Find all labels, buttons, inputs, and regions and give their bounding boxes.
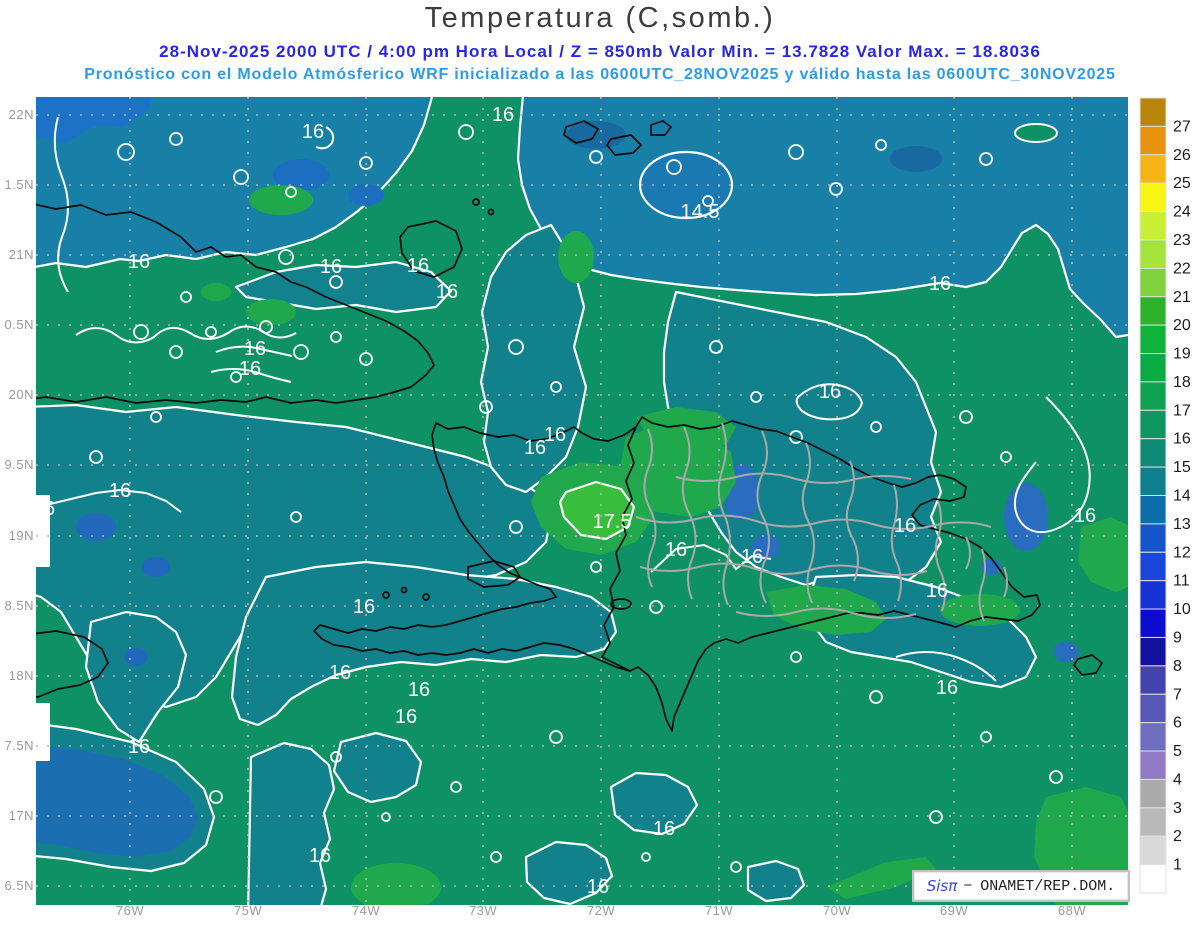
svg-text:16: 16 (407, 255, 429, 277)
subtitle-model: Pronóstico con el Modelo Atmósferico WRF… (84, 66, 1116, 83)
svg-text:16: 16 (128, 736, 150, 758)
svg-text:16: 16 (329, 662, 351, 684)
svg-text:18: 18 (1173, 374, 1191, 391)
svg-text:6: 6 (1173, 715, 1182, 732)
lon-tick-label: 75W (233, 903, 263, 918)
svg-text:14.5: 14.5 (681, 201, 720, 223)
svg-text:16: 16 (302, 121, 324, 143)
svg-text:17: 17 (1173, 402, 1191, 419)
lon-tick-label: 76W (115, 903, 145, 918)
svg-text:16: 16 (239, 358, 261, 380)
lat-tick-label: 0.5N (4, 317, 34, 332)
lat-tick-label: 22N (8, 107, 34, 122)
svg-text:24: 24 (1173, 204, 1191, 221)
svg-text:16: 16 (244, 338, 266, 360)
svg-text:16: 16 (395, 706, 417, 728)
svg-text:3: 3 (1173, 800, 1182, 817)
svg-text:16: 16 (109, 480, 131, 502)
credit-separator: − (963, 877, 973, 895)
svg-text:16: 16 (492, 104, 514, 126)
svg-text:16: 16 (587, 876, 609, 898)
svg-text:1: 1 (1173, 857, 1182, 874)
svg-text:5: 5 (1173, 743, 1182, 760)
svg-text:9: 9 (1173, 629, 1182, 646)
svg-text:16: 16 (524, 437, 546, 459)
lon-tick-label: 68W (1057, 903, 1087, 918)
lon-tick-label: 69W (939, 903, 969, 918)
svg-text:16: 16 (128, 251, 150, 273)
svg-text:26: 26 (1173, 147, 1191, 164)
svg-text:16: 16 (36, 498, 55, 520)
lat-tick-label: 19N (8, 528, 34, 543)
lat-tick-label: 20N (8, 387, 34, 402)
temperature-map: 161616 16 1616 161616161616161616 1616161616… (36, 97, 1128, 905)
svg-text:16: 16 (819, 381, 841, 403)
lon-tick-label: 73W (468, 903, 498, 918)
svg-text:16: 16 (665, 539, 687, 561)
lat-tick-label: 8.5N (4, 598, 34, 613)
svg-text:16: 16 (320, 256, 342, 278)
svg-text:13: 13 (1173, 516, 1191, 533)
svg-text:23: 23 (1173, 232, 1191, 249)
svg-text:2: 2 (1173, 828, 1182, 845)
svg-text:25: 25 (1173, 175, 1191, 192)
svg-text:16: 16 (936, 677, 958, 699)
svg-text:7: 7 (1173, 686, 1182, 703)
svg-text:19: 19 (1173, 346, 1191, 363)
svg-text:21: 21 (1173, 289, 1191, 306)
svg-text:8: 8 (1173, 658, 1182, 675)
svg-text:16: 16 (894, 515, 916, 537)
svg-text:16: 16 (926, 580, 948, 602)
svg-text:14: 14 (1173, 488, 1191, 505)
lat-tick-label: 6.5N (4, 878, 34, 893)
sispi-logo: Sisπ (926, 877, 958, 895)
svg-text:10: 10 (1173, 601, 1191, 618)
lat-tick-label: 17N (8, 808, 34, 823)
page-title: Temperatura (C,somb.) (424, 2, 776, 34)
svg-text:16: 16 (1074, 505, 1096, 527)
lat-tick-label: 9.5N (4, 457, 34, 472)
svg-text:11: 11 (1173, 573, 1190, 590)
svg-text:22: 22 (1173, 260, 1191, 277)
lon-tick-label: 72W (586, 903, 616, 918)
svg-text:16: 16 (436, 281, 458, 303)
lat-tick-label: 7.5N (4, 738, 34, 753)
credit-box: Sisπ − ONAMET/REP.DOM. (912, 870, 1130, 902)
svg-text:16: 16 (408, 679, 430, 701)
svg-text:20: 20 (1173, 317, 1191, 334)
svg-text:16: 16 (544, 424, 566, 446)
weather-chart-page: Temperatura (C,somb.) 28-Nov-2025 2000 U… (0, 0, 1200, 927)
lon-tick-label: 70W (822, 903, 852, 918)
svg-text:16: 16 (353, 596, 375, 618)
subtitle-datetime: 28-Nov-2025 2000 UTC / 4:00 pm Hora Loca… (159, 42, 1041, 61)
svg-text:27: 27 (1173, 118, 1191, 135)
svg-text:16: 16 (1173, 431, 1191, 448)
svg-text:15: 15 (1173, 459, 1191, 476)
svg-text:16: 16 (741, 546, 763, 568)
lat-tick-label: 1.5N (4, 177, 34, 192)
svg-text:4: 4 (1173, 771, 1182, 788)
temperature-colorbar: 2726252423222120191817161514131211109876… (1139, 97, 1191, 894)
svg-text:16: 16 (653, 818, 675, 840)
svg-text:12: 12 (1173, 544, 1191, 561)
lat-tick-label: 18N (8, 668, 34, 683)
credit-org: ONAMET/REP.DOM. (980, 877, 1116, 895)
svg-text:16: 16 (929, 273, 951, 295)
svg-text:16: 16 (309, 845, 331, 867)
svg-text:17.5: 17.5 (593, 511, 632, 533)
lon-tick-label: 74W (351, 903, 381, 918)
lat-tick-label: 21N (8, 247, 34, 262)
lon-tick-label: 71W (704, 903, 734, 918)
